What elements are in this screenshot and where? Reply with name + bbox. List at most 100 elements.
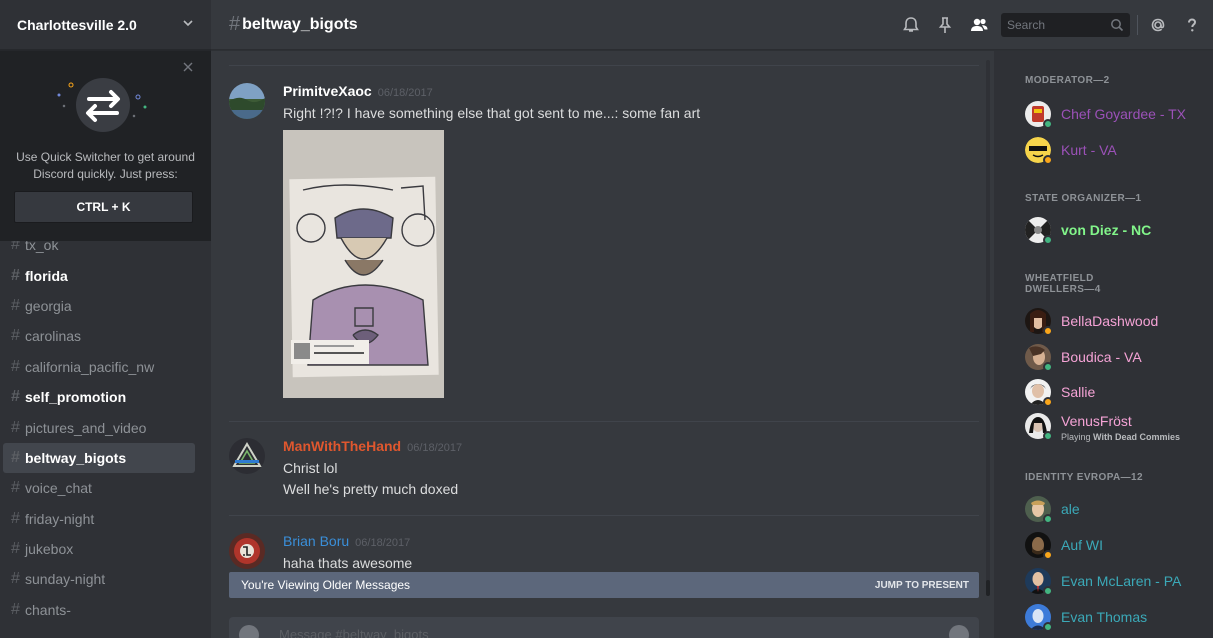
search-placeholder: Search [1007,18,1046,32]
channel-item[interactable]: # california_pacific_nw [3,352,195,382]
message-group: PrimitveXaoc 06/18/2017 Right !?!? I hav… [229,83,979,443]
hash-icon: # [11,327,20,345]
channel-item[interactable]: # carolinas [3,321,195,351]
at-icon[interactable] [1148,15,1168,35]
timestamp: 06/18/2017 [407,442,463,454]
member-item[interactable]: Auf WI [1025,532,1205,568]
channel-name: pictures_and_video [25,419,147,436]
channel-item[interactable]: # pictures_and_video [3,412,195,442]
chat-area: PrimitveXaoc 06/18/2017 Right !?!? I hav… [211,0,994,638]
member-name: Sallie [1061,384,1096,400]
close-icon[interactable] [182,61,194,73]
scrollbar-thumb[interactable] [986,580,990,596]
message-header: ManWithTheHand 06/18/2017 [283,438,462,458]
search-input[interactable]: Search [1001,13,1130,37]
status-online-icon [1043,431,1053,441]
avatar[interactable] [229,438,265,474]
message-input[interactable]: Message #beltway_bigots [279,627,429,638]
guild-name: Charlottesville 2.0 [17,16,137,33]
hash-icon: # [11,600,20,618]
message-divider [229,515,979,516]
message-composer[interactable]: Message #beltway_bigots [229,617,979,638]
message-list[interactable]: PrimitveXaoc 06/18/2017 Right !?!? I hav… [211,51,994,606]
author-name[interactable]: PrimitveXaoc [283,83,372,99]
hash-icon: # [11,509,20,527]
message-text: Well he's pretty much doxed [283,481,459,497]
status-online-icon [1043,514,1053,524]
channel-item[interactable]: # self_promotion [3,382,195,412]
older-messages-text: You're Viewing Older Messages [241,578,411,592]
hash-icon: # [11,540,20,558]
member-name: Evan McLaren - PA [1061,573,1182,589]
channel-name: chants- [25,601,71,618]
bell-icon[interactable] [901,15,921,35]
channel-item[interactable]: # friday-night [3,504,195,534]
channel-name: beltway_bigots [25,449,127,466]
pin-icon[interactable] [935,15,955,35]
avatar[interactable] [229,533,265,569]
scrollbar[interactable] [986,60,990,596]
message-divider [229,421,979,422]
member-item[interactable]: VenusFröst Playing With Dead Commies [1025,413,1205,449]
jump-to-present-button[interactable]: JUMP TO PRESENT [875,580,969,591]
chevron-down-icon[interactable] [183,18,193,28]
channel-name: carolinas [25,328,82,345]
member-name: ale [1061,501,1080,517]
member-item[interactable]: ale [1025,496,1205,532]
hash-icon: # [11,570,20,588]
channel-name: voice_chat [25,480,92,497]
role-header: STATE ORGANIZER—1 [1025,193,1142,204]
members-icon[interactable] [969,15,989,35]
header-toolbar: Search [211,0,1213,50]
member-item[interactable]: Sallie [1025,379,1205,415]
timestamp: 06/18/2017 [355,537,411,549]
role-header: MODERATOR—2 [1025,75,1110,86]
channel-name: florida [25,267,68,284]
channel-name: friday-night [25,510,95,527]
author-name[interactable]: Brian Boru [283,533,349,549]
member-item[interactable]: Evan McLaren - PA [1025,568,1205,604]
channel-name: california_pacific_nw [25,358,155,375]
message-group: ManWithTheHand 06/18/2017 Christ lol Wel… [229,438,979,508]
emoji-icon[interactable] [949,625,969,638]
image-attachment[interactable] [283,130,444,398]
status-online-icon [1043,235,1053,245]
member-name: Auf WI [1061,537,1104,553]
status-online-icon [1043,586,1053,596]
timestamp: 06/18/2017 [377,87,433,99]
member-item[interactable]: Chef Goyardee - TX [1025,101,1205,137]
guild-header[interactable]: Charlottesville 2.0 [0,0,211,50]
member-item[interactable]: BellaDashwood [1025,308,1205,344]
member-item[interactable]: Evan Thomas [1025,604,1205,638]
channel-item[interactable]: # voice_chat [3,473,195,503]
hash-icon: # [11,357,20,375]
help-icon[interactable] [1182,15,1202,35]
channel-item-active[interactable]: # beltway_bigots [3,442,195,474]
status-online-icon [1043,119,1053,129]
channel-item[interactable]: # sunday-night [3,564,195,594]
channel-item[interactable]: # florida [3,260,195,290]
activity-prefix: Playing [1061,432,1091,442]
status-online-icon [1043,362,1053,372]
member-name: Evan Thomas [1061,609,1148,625]
author-name[interactable]: ManWithTheHand [283,438,401,454]
member-item[interactable]: Boudica - VA [1025,344,1205,380]
role-header: WHEATFIELD DWELLERS—4 [1025,273,1101,295]
channel-item[interactable]: # jukebox [3,534,195,564]
member-name: Boudica - VA [1061,349,1142,365]
avatar[interactable] [229,83,265,119]
channel-header: # beltway_bigots Search [211,0,1213,50]
channel-item[interactable]: # chants- [3,595,195,625]
older-messages-bar[interactable]: You're Viewing Older Messages JUMP TO PR… [229,572,979,598]
status-idle-icon [1043,326,1053,336]
member-list: MODERATOR—2 Chef Goyardee - TX Kurt - VA… [994,51,1213,638]
message-text: Christ lol [283,460,338,476]
member-item[interactable]: Kurt - VA [1025,137,1205,173]
member-item[interactable]: von Diez - NC [1025,217,1205,253]
upload-plus-icon[interactable] [239,625,259,638]
member-activity: Playing With Dead Commies [1061,432,1180,442]
channel-list: # tx_ok # florida # georgia # carolinas # cal… [0,230,211,625]
channel-item[interactable]: # georgia [3,291,195,321]
search-icon[interactable] [1110,18,1124,32]
header-divider [1137,15,1138,35]
